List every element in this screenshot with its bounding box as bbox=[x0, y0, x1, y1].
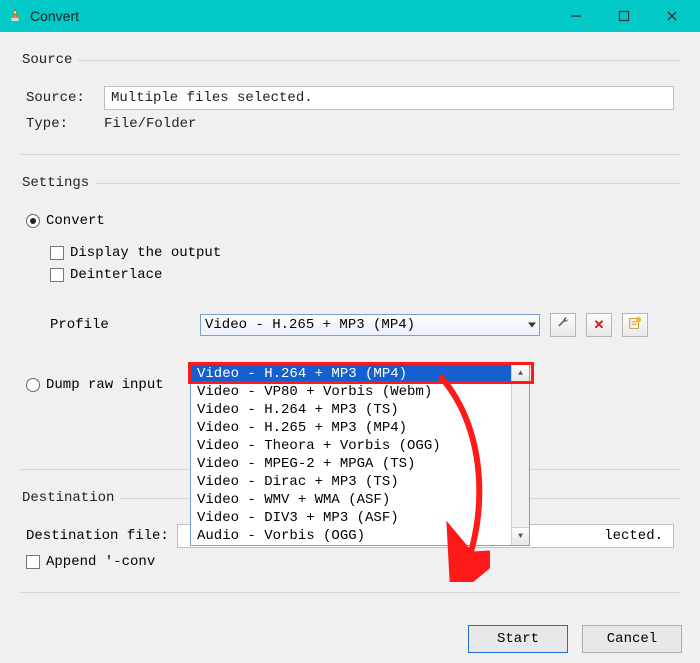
window-title: Convert bbox=[30, 8, 564, 24]
profile-option[interactable]: Video - MPEG-2 + MPGA (TS) bbox=[191, 455, 529, 473]
profile-dropdown-list[interactable]: ▲ ▼ Video - H.264 + MP3 (MP4)Video - VP8… bbox=[190, 364, 530, 546]
scroll-up-icon[interactable]: ▲ bbox=[512, 365, 529, 383]
titlebar: Convert bbox=[0, 0, 700, 32]
convert-radio[interactable]: Convert bbox=[26, 213, 105, 229]
source-legend: Source bbox=[22, 52, 78, 68]
source-group: Source Source: Type: File/Folder bbox=[20, 52, 680, 155]
start-button-label: Start bbox=[497, 631, 539, 647]
checkbox-icon bbox=[26, 555, 40, 569]
delete-profile-button[interactable]: ✕ bbox=[586, 313, 612, 337]
radio-icon bbox=[26, 214, 40, 228]
profile-option[interactable]: Video - H.265 + MP3 (MP4) bbox=[191, 419, 529, 437]
edit-profile-button[interactable] bbox=[550, 313, 576, 337]
new-profile-button[interactable] bbox=[622, 313, 648, 337]
profile-option[interactable]: Video - Dirac + MP3 (TS) bbox=[191, 473, 529, 491]
append-suffix-label: Append '-conv bbox=[46, 554, 155, 570]
new-profile-icon bbox=[628, 316, 642, 334]
destination-file-label: Destination file: bbox=[26, 528, 169, 544]
dump-raw-radio[interactable]: Dump raw input bbox=[26, 377, 164, 393]
display-output-label: Display the output bbox=[70, 245, 221, 261]
display-output-checkbox[interactable]: Display the output bbox=[50, 245, 221, 261]
radio-icon bbox=[26, 378, 40, 392]
source-input[interactable] bbox=[104, 86, 674, 110]
wrench-icon bbox=[556, 316, 570, 334]
profile-option[interactable]: Video - VP80 + Vorbis (Webm) bbox=[191, 383, 529, 401]
profile-combobox[interactable]: Video - H.265 + MP3 (MP4) bbox=[200, 314, 540, 336]
delete-icon: ✕ bbox=[594, 317, 605, 333]
close-button[interactable] bbox=[660, 4, 684, 28]
settings-legend: Settings bbox=[22, 175, 95, 191]
deinterlace-label: Deinterlace bbox=[70, 267, 162, 283]
window-controls bbox=[564, 4, 694, 28]
app-icon bbox=[6, 7, 24, 25]
profile-option[interactable]: Video - Theora + Vorbis (OGG) bbox=[191, 437, 529, 455]
destination-legend: Destination bbox=[22, 490, 120, 506]
checkbox-icon bbox=[50, 246, 64, 260]
profile-option[interactable]: Audio - Vorbis (OGG) bbox=[191, 527, 529, 545]
type-value: File/Folder bbox=[104, 116, 196, 132]
type-label: Type: bbox=[26, 116, 96, 132]
profile-selected-value: Video - H.265 + MP3 (MP4) bbox=[205, 317, 415, 333]
scroll-down-icon[interactable]: ▼ bbox=[512, 527, 529, 545]
dropdown-scrollbar[interactable]: ▲ ▼ bbox=[511, 365, 529, 545]
checkbox-icon bbox=[50, 268, 64, 282]
convert-radio-label: Convert bbox=[46, 213, 105, 229]
chevron-down-icon bbox=[528, 323, 536, 328]
source-label: Source: bbox=[26, 90, 96, 106]
profile-option[interactable]: Video - H.264 + MP3 (TS) bbox=[191, 401, 529, 419]
deinterlace-checkbox[interactable]: Deinterlace bbox=[50, 267, 162, 283]
start-button[interactable]: Start bbox=[468, 625, 568, 653]
profile-option[interactable]: Video - WMV + WMA (ASF) bbox=[191, 491, 529, 509]
profile-option[interactable]: Video - DIV3 + MP3 (ASF) bbox=[191, 509, 529, 527]
dump-raw-label: Dump raw input bbox=[46, 377, 164, 393]
dialog-footer: Start Cancel bbox=[0, 623, 700, 663]
minimize-button[interactable] bbox=[564, 4, 588, 28]
append-suffix-checkbox[interactable]: Append '-conv bbox=[26, 554, 155, 570]
maximize-button[interactable] bbox=[612, 4, 636, 28]
profile-label: Profile bbox=[50, 317, 190, 333]
cancel-button[interactable]: Cancel bbox=[582, 625, 682, 653]
profile-option[interactable]: Video - H.264 + MP3 (MP4) bbox=[191, 365, 529, 383]
cancel-button-label: Cancel bbox=[607, 631, 657, 647]
